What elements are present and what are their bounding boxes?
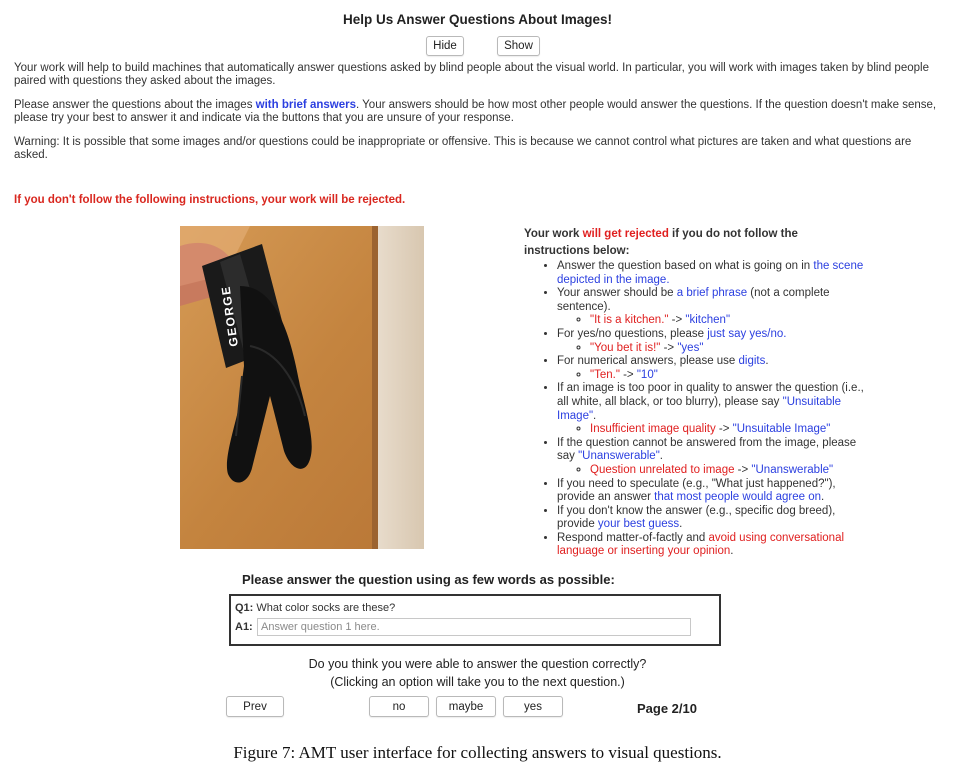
instruction-text: . xyxy=(730,545,734,558)
warning-paragraph: Warning: It is possible that some images… xyxy=(14,136,912,161)
example-before: "You bet it is!" xyxy=(590,341,661,354)
question-image: GEORGE xyxy=(180,226,424,549)
instructions-header-reject: will get rejected xyxy=(582,228,669,240)
instruction-item: Respond matter-of-factly and avoid using… xyxy=(557,532,864,559)
question-line: Q1: What color socks are these? xyxy=(235,602,395,614)
instruction-item: For numerical answers, please use digits… xyxy=(557,355,864,382)
instruction-example: "You bet it is!" -> "yes" xyxy=(590,342,864,356)
instruction-example: Insufficient image quality -> "Unsuitabl… xyxy=(590,423,864,437)
example-arrow: -> xyxy=(715,423,733,436)
instruction-example: "Ten." -> "10" xyxy=(590,369,864,383)
instruction-text: Respond matter-of-factly and xyxy=(557,531,709,544)
instruction-example-list: "You bet it is!" -> "yes" xyxy=(557,342,864,356)
instructions-list: Answer the question based on what is goi… xyxy=(524,260,864,559)
maybe-button[interactable]: maybe xyxy=(436,696,496,717)
question-box: Q1: What color socks are these? A1: xyxy=(229,594,721,646)
instruction-item: If an image is too poor in quality to an… xyxy=(557,382,864,436)
yes-button[interactable]: yes xyxy=(503,696,563,717)
instruction-item: If the question cannot be answered from … xyxy=(557,437,864,478)
example-before: Insufficient image quality xyxy=(590,423,716,436)
confidence-question: Do you think you were able to answer the… xyxy=(0,655,955,691)
figure-caption: Figure 7: AMT user interface for collect… xyxy=(233,743,722,762)
instruction-item: For yes/no questions, please just say ye… xyxy=(557,328,864,355)
instruction-text: . xyxy=(593,409,597,422)
question-text: What color socks are these? xyxy=(256,602,396,614)
instruction-text: For yes/no questions, please xyxy=(557,327,708,340)
instruction-text: Your answer should be xyxy=(557,287,677,300)
instruction-example-list: Question unrelated to image -> "Unanswer… xyxy=(557,464,864,478)
no-button[interactable]: no xyxy=(369,696,429,717)
example-after: "yes" xyxy=(677,341,704,354)
instruction-highlight: just say yes/no. xyxy=(707,327,787,340)
answer-label: A1: xyxy=(235,621,253,633)
intro-paragraph: Your work will help to build machines th… xyxy=(14,62,929,87)
page-title: Help Us Answer Questions About Images! xyxy=(342,12,613,27)
instruction-text: . xyxy=(659,450,663,463)
hide-button[interactable]: Hide xyxy=(426,36,464,56)
confidence-line-1: Do you think you were able to answer the… xyxy=(308,657,647,671)
example-after: "Unsuitable Image" xyxy=(732,423,831,436)
answer-input[interactable] xyxy=(257,618,691,636)
instruction-example-list: "Ten." -> "10" xyxy=(557,369,864,383)
example-arrow: -> xyxy=(734,463,752,476)
question-header: Please answer the question using as few … xyxy=(242,572,615,587)
instruction-example: "It is a kitchen." -> "kitchen" xyxy=(590,314,864,328)
instruction-highlight: a brief phrase xyxy=(676,287,748,300)
example-after: "kitchen" xyxy=(685,314,731,327)
instruction-example-list: Insufficient image quality -> "Unsuitabl… xyxy=(557,423,864,437)
instructions-panel: Your work will get rejected if you do no… xyxy=(524,226,864,559)
instruction-highlight: "Unanswerable" xyxy=(578,450,660,463)
instruction-example: Question unrelated to image -> "Unanswer… xyxy=(590,464,864,478)
instructions-header-a: Your work xyxy=(524,228,583,240)
example-arrow: -> xyxy=(619,368,637,381)
instruction-text: . xyxy=(821,491,825,504)
rejection-warning: If you don't follow the following instru… xyxy=(14,194,406,206)
example-after: "Unanswerable" xyxy=(751,463,834,476)
question-label: Q1: xyxy=(235,602,254,614)
brief-answers-highlight: with brief answers xyxy=(255,99,356,111)
instruction-highlight: that most people would agree on xyxy=(654,491,822,504)
example-arrow: -> xyxy=(668,314,686,327)
instruction-item: Answer the question based on what is goi… xyxy=(557,260,864,287)
example-arrow: -> xyxy=(660,341,678,354)
instruction-item: Your answer should be a brief phrase (no… xyxy=(557,287,864,328)
brief-answers-text-a: Please answer the questions about the im… xyxy=(14,99,256,111)
confidence-line-2: (Clicking an option will take you to the… xyxy=(330,675,625,689)
instruction-item: If you don't know the answer (e.g., spec… xyxy=(557,505,864,532)
instruction-text: . xyxy=(765,355,769,368)
answer-label-text: A1: xyxy=(235,621,253,633)
instruction-highlight: your best guess xyxy=(597,518,680,531)
show-button[interactable]: Show xyxy=(497,36,540,56)
instruction-text: . xyxy=(679,518,683,531)
brief-answers-paragraph: Please answer the questions about the im… xyxy=(14,99,940,125)
instruction-highlight: digits xyxy=(738,355,766,368)
instructions-header: Your work will get rejected if you do no… xyxy=(524,226,864,260)
prev-button[interactable]: Prev xyxy=(226,696,284,717)
instruction-text: For numerical answers, please use xyxy=(557,355,739,368)
instruction-item: If you need to speculate (e.g., "What ju… xyxy=(557,478,864,505)
example-after: "10" xyxy=(636,368,658,381)
instruction-text: Answer the question based on what is goi… xyxy=(557,260,814,272)
page-indicator: Page 2/10 xyxy=(637,701,697,716)
example-before: "It is a kitchen." xyxy=(590,314,669,327)
socks-photo-illustration: GEORGE xyxy=(180,226,424,549)
example-before: Question unrelated to image xyxy=(590,463,735,476)
example-before: "Ten." xyxy=(590,368,620,381)
instruction-example-list: "It is a kitchen." -> "kitchen" xyxy=(557,314,864,328)
